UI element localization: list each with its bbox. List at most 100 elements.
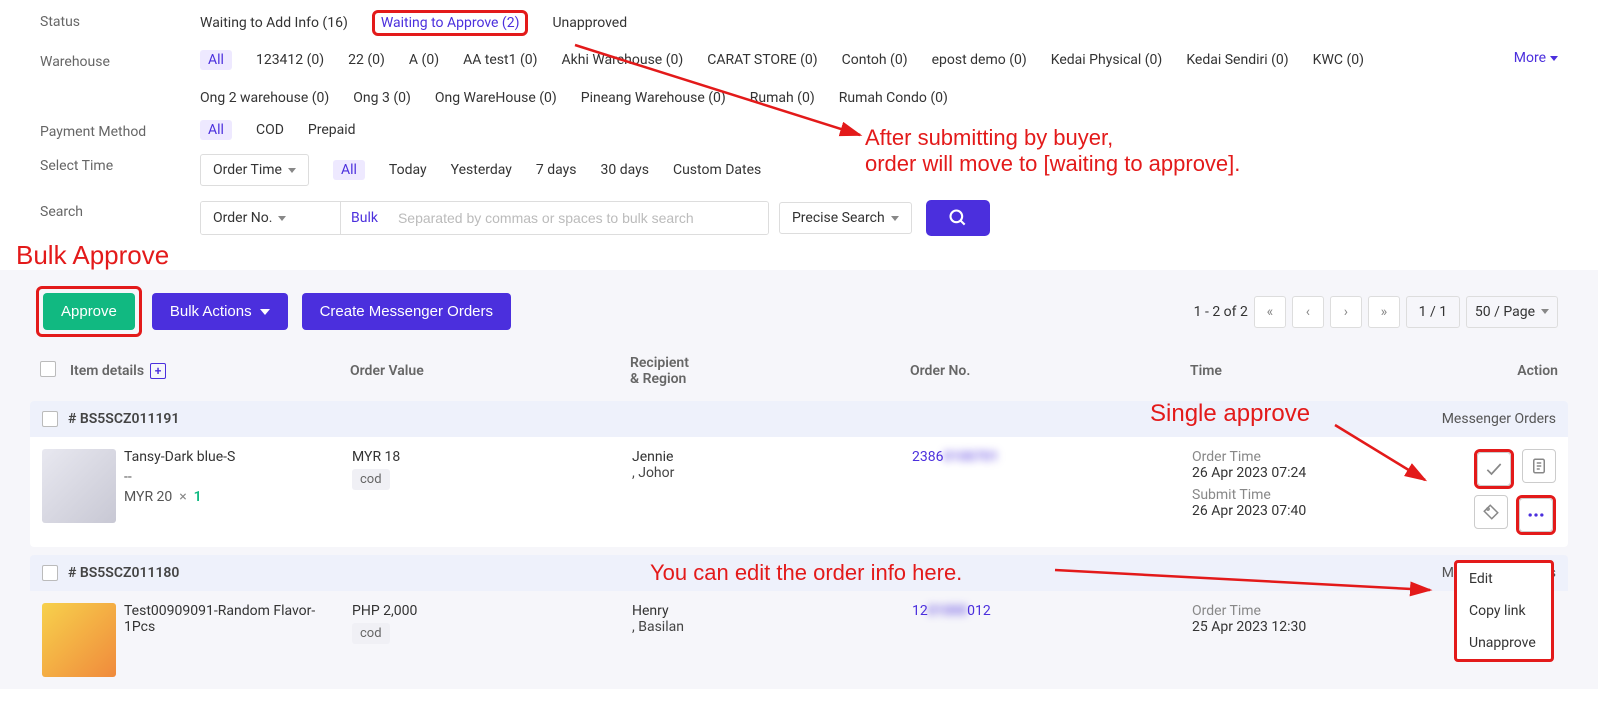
item-qty: 1 bbox=[194, 489, 202, 505]
status-unapproved[interactable]: Unapproved bbox=[552, 15, 627, 31]
chevron-down-icon bbox=[1541, 309, 1549, 314]
warehouse-item[interactable]: Ong 2 warehouse (0) bbox=[200, 90, 329, 106]
payment-badge: cod bbox=[352, 469, 390, 490]
search-button[interactable] bbox=[926, 200, 990, 236]
order-time-value: 26 Apr 2023 07:24 bbox=[1192, 465, 1452, 481]
expand-icon[interactable]: + bbox=[150, 363, 166, 379]
chevron-down-icon bbox=[891, 216, 899, 221]
order-time-select[interactable]: Order Time bbox=[200, 154, 309, 186]
warehouse-item[interactable]: Rumah (0) bbox=[750, 90, 815, 106]
create-messenger-button[interactable]: Create Messenger Orders bbox=[302, 293, 511, 330]
payment-prepaid[interactable]: Prepaid bbox=[308, 122, 356, 138]
order-id: # BS5SCZ011191 bbox=[68, 411, 179, 427]
warehouse-item[interactable]: Ong 3 (0) bbox=[353, 90, 411, 106]
warehouse-item[interactable]: A (0) bbox=[409, 52, 439, 68]
select-all-checkbox[interactable] bbox=[40, 361, 56, 377]
col-order-value: Order Value bbox=[350, 363, 630, 379]
item-name: Tansy-Dark blue-S bbox=[124, 449, 324, 465]
recipient-name: Henry bbox=[632, 603, 912, 619]
warehouse-item[interactable]: Kedai Physical (0) bbox=[1051, 52, 1163, 68]
page-next[interactable]: › bbox=[1330, 296, 1362, 328]
payment-cod[interactable]: COD bbox=[256, 122, 284, 138]
per-page-select[interactable]: 50 / Page bbox=[1466, 296, 1558, 328]
item-name: Test00909091-Random Flavor-1Pcs bbox=[124, 603, 324, 635]
chevron-down-icon bbox=[1550, 56, 1558, 61]
order-row: # BS5SCZ011191 Messenger Orders Tansy-Da… bbox=[30, 401, 1568, 547]
approve-single-button[interactable] bbox=[1477, 452, 1511, 486]
chevron-down-icon bbox=[260, 309, 270, 315]
warehouse-item[interactable]: Contoh (0) bbox=[842, 52, 908, 68]
order-time-label: Order Time bbox=[1192, 603, 1452, 619]
payment-all[interactable]: All bbox=[200, 120, 232, 140]
menu-copy-link[interactable]: Copy link bbox=[1457, 595, 1551, 627]
order-number[interactable]: 23860100701 bbox=[912, 449, 999, 465]
col-orderno: Order No. bbox=[910, 363, 1190, 379]
search-label: Search bbox=[40, 200, 200, 220]
order-number[interactable]: 1201000012 bbox=[912, 603, 991, 619]
page-input[interactable]: 1 / 1 bbox=[1406, 296, 1460, 328]
row-checkbox[interactable] bbox=[42, 411, 58, 427]
row-actions-menu: Edit Copy link Unapprove bbox=[1454, 560, 1554, 662]
order-value: PHP 2,000 bbox=[352, 603, 632, 619]
tag-button[interactable] bbox=[1474, 495, 1508, 529]
order-id: # BS5SCZ011180 bbox=[68, 565, 179, 581]
warehouse-item[interactable]: Kedai Sendiri (0) bbox=[1186, 52, 1288, 68]
item-sub: -- bbox=[124, 469, 324, 485]
item-price: MYR 20 bbox=[124, 489, 172, 505]
document-button[interactable] bbox=[1522, 449, 1556, 483]
bulk-link[interactable]: Bulk bbox=[341, 202, 388, 234]
time-30days[interactable]: 30 days bbox=[601, 162, 649, 178]
warehouse-item[interactable]: epost demo (0) bbox=[932, 52, 1027, 68]
page-prev[interactable]: ‹ bbox=[1292, 296, 1324, 328]
row-checkbox[interactable] bbox=[42, 565, 58, 581]
order-time-label: Order Time bbox=[1192, 449, 1452, 465]
warehouse-all[interactable]: All bbox=[200, 50, 232, 70]
submit-time-value: 26 Apr 2023 07:40 bbox=[1192, 503, 1452, 519]
approve-button[interactable]: Approve bbox=[43, 293, 135, 330]
warehouse-more[interactable]: More bbox=[1514, 50, 1558, 66]
time-all[interactable]: All bbox=[333, 160, 365, 180]
page-first[interactable]: « bbox=[1254, 296, 1286, 328]
order-time-value: 25 Apr 2023 12:30 bbox=[1192, 619, 1452, 635]
search-input[interactable] bbox=[388, 202, 768, 234]
recipient-region: , Basilan bbox=[632, 619, 912, 635]
product-thumbnail bbox=[42, 449, 116, 523]
payment-badge: cod bbox=[352, 623, 390, 644]
col-action: Action bbox=[1450, 363, 1558, 379]
order-type: Messenger Orders bbox=[1442, 411, 1556, 427]
time-today[interactable]: Today bbox=[389, 162, 427, 178]
col-recipient: Recipient& Region bbox=[630, 355, 910, 387]
time-7days[interactable]: 7 days bbox=[536, 162, 577, 178]
warehouse-item[interactable]: AA test1 (0) bbox=[463, 52, 537, 68]
warehouse-item[interactable]: Akhi Warehouse (0) bbox=[562, 52, 684, 68]
times-icon: × bbox=[179, 489, 186, 505]
search-field-select[interactable]: Order No. bbox=[201, 202, 341, 234]
status-waiting-approve[interactable]: Waiting to Approve (2) bbox=[372, 10, 529, 36]
menu-edit[interactable]: Edit bbox=[1457, 563, 1551, 595]
page-last[interactable]: » bbox=[1368, 296, 1400, 328]
more-actions-button[interactable] bbox=[1519, 498, 1553, 532]
warehouse-item[interactable]: Pineang Warehouse (0) bbox=[581, 90, 726, 106]
time-yesterday[interactable]: Yesterday bbox=[451, 162, 512, 178]
warehouse-item[interactable]: Ong WareHouse (0) bbox=[435, 90, 557, 106]
warehouse-item[interactable]: Rumah Condo (0) bbox=[839, 90, 948, 106]
col-item-details[interactable]: Item details+ bbox=[70, 363, 350, 379]
warehouse-item[interactable]: KWC (0) bbox=[1313, 52, 1364, 68]
order-value: MYR 18 bbox=[352, 449, 632, 465]
status-waiting-add[interactable]: Waiting to Add Info (16) bbox=[200, 15, 348, 31]
bulk-actions-button[interactable]: Bulk Actions bbox=[152, 293, 288, 330]
precise-search-select[interactable]: Precise Search bbox=[779, 202, 912, 234]
warehouse-item[interactable]: 22 (0) bbox=[348, 52, 385, 68]
warehouse-label: Warehouse bbox=[40, 50, 200, 70]
page-range: 1 - 2 of 2 bbox=[1194, 304, 1248, 320]
time-custom[interactable]: Custom Dates bbox=[673, 162, 761, 178]
chevron-down-icon bbox=[278, 216, 286, 221]
menu-unapprove[interactable]: Unapprove bbox=[1457, 627, 1551, 659]
more-icon bbox=[1526, 505, 1546, 525]
warehouse-item[interactable]: CARAT STORE (0) bbox=[707, 52, 817, 68]
recipient-region: , Johor bbox=[632, 465, 912, 481]
warehouse-item[interactable]: 123412 (0) bbox=[256, 52, 324, 68]
submit-time-label: Submit Time bbox=[1192, 487, 1452, 503]
check-icon bbox=[1484, 459, 1504, 479]
product-thumbnail bbox=[42, 603, 116, 677]
